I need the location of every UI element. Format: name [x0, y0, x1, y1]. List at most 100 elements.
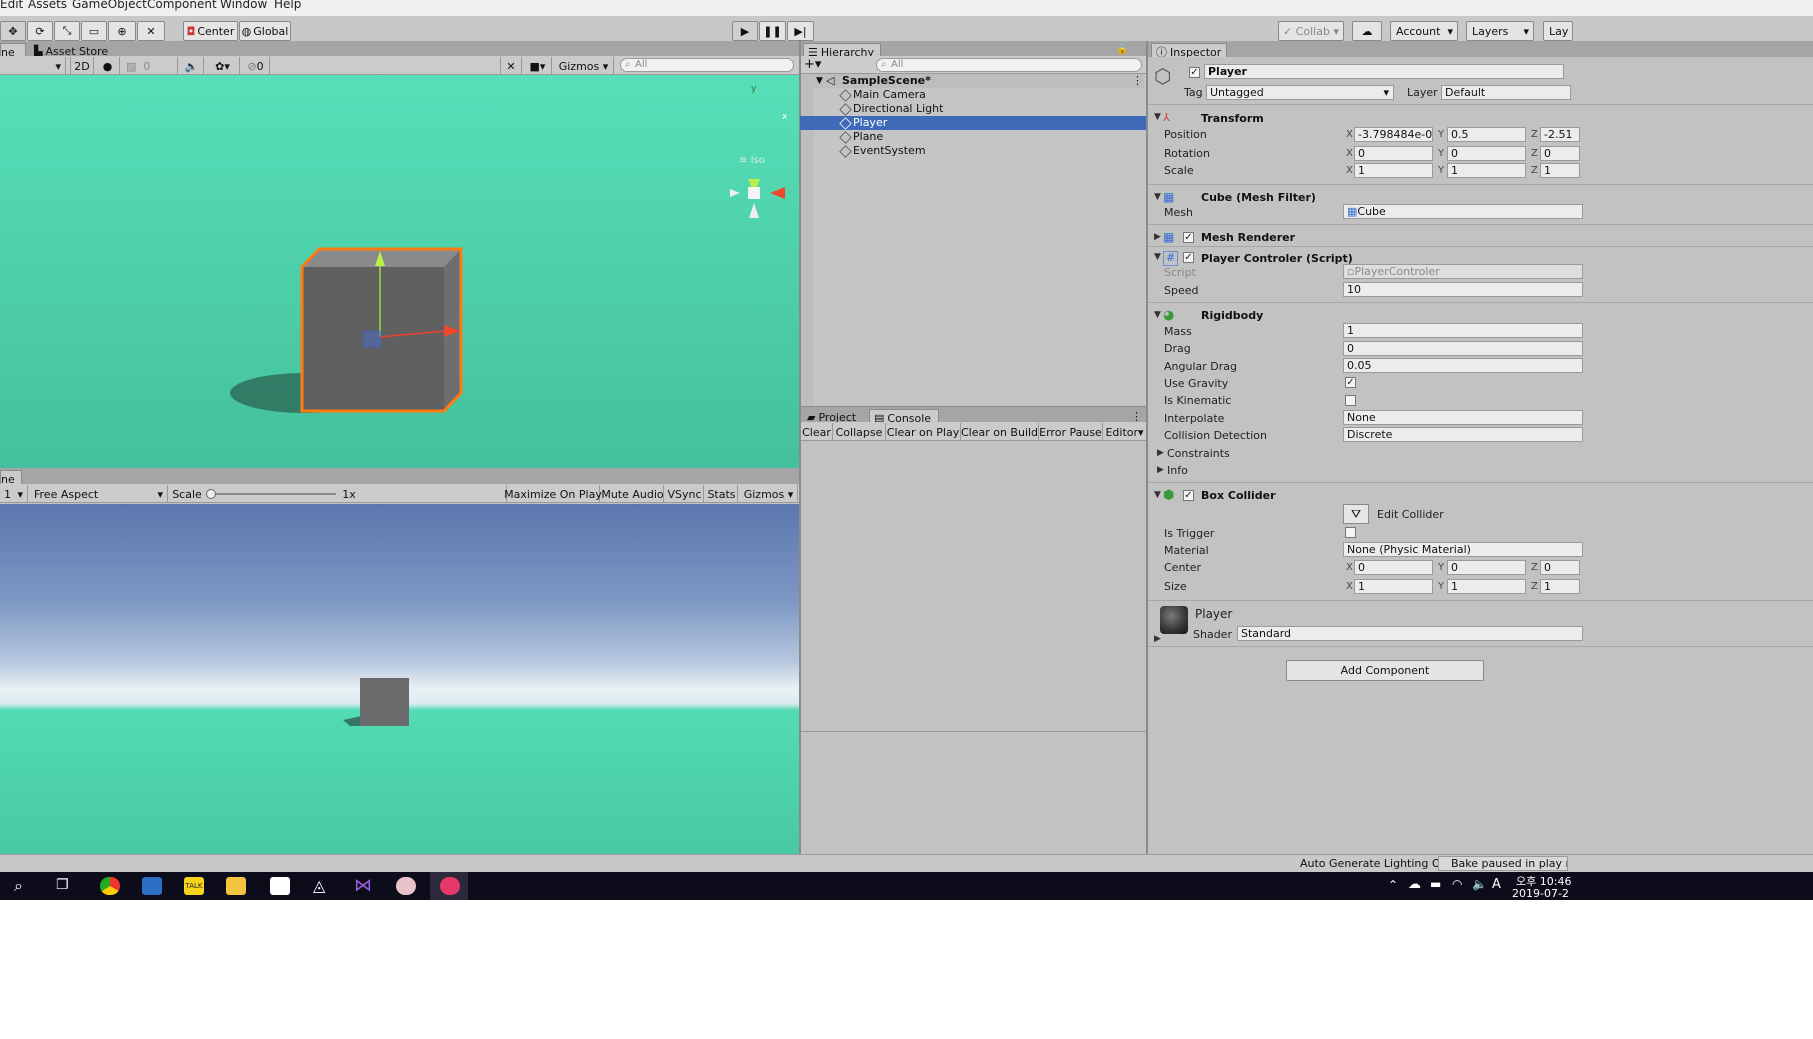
layers-dropdown[interactable]: Layers ▾ — [1466, 21, 1534, 41]
chevron-down-icon[interactable]: ▼ — [1154, 192, 1161, 202]
scale-y-field[interactable]: 1 — [1447, 163, 1526, 178]
visual-studio-icon[interactable]: ⋈ — [354, 877, 374, 895]
rect-tool-icon[interactable]: ▭ — [81, 21, 107, 41]
center-z-field[interactable]: 0 — [1540, 560, 1580, 575]
chevron-right-icon[interactable]: ▶ — [1154, 634, 1161, 644]
console-error-pause-toggle[interactable]: Error Pause — [1039, 423, 1103, 441]
vsync-toggle[interactable]: VSync — [666, 485, 704, 503]
pivot-center-toggle[interactable]: ◘ Center — [183, 21, 238, 41]
center-y-field[interactable]: 0 — [1447, 560, 1526, 575]
console-collapse-toggle[interactable]: Collapse — [833, 423, 886, 441]
size-y-field[interactable]: 1 — [1447, 579, 1526, 594]
menu-edit[interactable]: Edit — [0, 0, 23, 11]
menu-help[interactable]: Help — [274, 0, 301, 11]
tag-dropdown[interactable]: Untagged ▾ — [1206, 85, 1394, 100]
script-enabled-checkbox[interactable]: ✓ — [1183, 252, 1194, 263]
camera-app-icon[interactable] — [440, 877, 460, 895]
scale-z-field[interactable]: 1 — [1540, 163, 1580, 178]
use-gravity-checkbox[interactable]: ✓ — [1345, 377, 1356, 388]
box-collider-enabled-checkbox[interactable]: ✓ — [1183, 490, 1194, 501]
cloud-icon[interactable]: ☁ — [1408, 877, 1421, 892]
console-detail-area[interactable] — [801, 731, 1146, 854]
visibility-toggle[interactable]: ⊘ 0 — [242, 57, 270, 75]
move-tool-icon[interactable]: ✥ — [0, 21, 26, 41]
hierarchy-item-eventsystem[interactable]: EventSystem — [800, 144, 1146, 158]
maximize-on-play-toggle[interactable]: Maximize On Play — [504, 485, 602, 503]
position-z-field[interactable]: -2.51 — [1540, 127, 1580, 142]
chevron-down-icon[interactable]: ▼ — [816, 74, 823, 88]
scale-tool-icon[interactable]: ⤡ — [54, 21, 80, 41]
size-z-field[interactable]: 1 — [1540, 579, 1580, 594]
hierarchy-search-input[interactable]: All ⌕ — [876, 58, 1142, 72]
custom-tool-icon[interactable]: ✕ — [137, 21, 165, 41]
mesh-field[interactable]: ▦Cube — [1343, 204, 1583, 219]
rotation-x-field[interactable]: 0 — [1354, 146, 1433, 161]
drag-field[interactable]: 0 — [1343, 341, 1583, 356]
scale-slider[interactable] — [208, 493, 336, 495]
mass-field[interactable]: 1 — [1343, 323, 1583, 338]
aspect-dropdown[interactable]: Free Aspect ▾ — [30, 485, 168, 503]
collision-detection-dropdown[interactable]: Discrete — [1343, 427, 1583, 442]
create-plus-button[interactable]: +▾ — [804, 57, 821, 72]
menu-component[interactable]: Component — [147, 0, 217, 11]
chevron-down-icon[interactable]: ▼ — [1154, 252, 1161, 262]
layer-dropdown[interactable]: Default — [1441, 85, 1571, 100]
lock-icon[interactable]: 🔒 — [1116, 44, 1128, 55]
kakaotalk-icon[interactable]: TALK — [184, 877, 204, 895]
menu-gameobject[interactable]: GameObject — [72, 0, 147, 11]
draw-mode-dropdown[interactable]: ▾ — [0, 57, 66, 75]
chevron-up-icon[interactable]: ⌃ — [1388, 878, 1398, 892]
gizmos-dropdown[interactable]: Gizmos ▾ — [554, 57, 614, 75]
iso-label[interactable]: ≡ Iso — [739, 155, 765, 166]
chevron-down-icon[interactable]: ▼ — [1154, 112, 1161, 122]
camera-dropdown[interactable]: ■▾ — [524, 57, 552, 75]
edit-collider-button[interactable]: ⛛ — [1343, 504, 1369, 524]
scene-row[interactable]: ▼ ◁ SampleScene* ⋮ — [814, 74, 1144, 88]
hidden-objects-toggle[interactable]: ▨ 0 — [122, 57, 178, 75]
battery-icon[interactable]: ▬ — [1430, 877, 1441, 891]
unity-icon[interactable]: ◬ — [313, 877, 333, 895]
play-button[interactable]: ▶ — [732, 21, 758, 41]
collab-dropdown[interactable]: ✓ Collab ▾ — [1278, 21, 1344, 41]
display-dropdown[interactable]: 1 ▾ — [0, 485, 28, 503]
rotation-y-field[interactable]: 0 — [1447, 146, 1526, 161]
console-clear-on-build-toggle[interactable]: Clear on Build — [961, 423, 1039, 441]
console-editor-dropdown[interactable]: Editor ▾ — [1103, 423, 1146, 441]
volume-icon[interactable]: 🔈 — [1472, 877, 1487, 891]
info-foldout[interactable]: Info — [1167, 464, 1188, 477]
shader-dropdown[interactable]: Standard — [1237, 626, 1583, 641]
is-trigger-checkbox[interactable] — [1345, 527, 1356, 538]
scene-viewport[interactable]: y x ≡ Iso — [0, 75, 799, 468]
ime-indicator[interactable]: A — [1492, 877, 1501, 892]
hierarchy-item-directional-light[interactable]: Directional Light — [800, 102, 1146, 116]
size-x-field[interactable]: 1 — [1354, 579, 1433, 594]
pivot-global-toggle[interactable]: ◍ Global — [239, 21, 291, 41]
wifi-icon[interactable]: ◠ — [1452, 877, 1462, 891]
console-clear-button[interactable]: Clear — [801, 423, 833, 441]
pause-button[interactable]: ❚❚ — [759, 21, 786, 41]
speed-field[interactable]: 10 — [1343, 282, 1583, 297]
mute-audio-toggle[interactable]: Mute Audio — [601, 485, 664, 503]
chevron-down-icon[interactable]: ▼ — [1154, 310, 1161, 320]
stats-toggle[interactable]: Stats — [706, 485, 738, 503]
task-view-icon[interactable]: ❐ — [56, 877, 69, 893]
tools-icon[interactable]: ✕ — [500, 57, 522, 75]
game-gizmos-dropdown[interactable]: Gizmos ▾ — [740, 485, 798, 503]
account-dropdown[interactable]: Account ▾ — [1390, 21, 1458, 41]
scale-x-field[interactable]: 1 — [1354, 163, 1433, 178]
mesh-renderer-enabled-checkbox[interactable]: ✓ — [1183, 232, 1194, 243]
rotate-tool-icon[interactable]: ⟳ — [27, 21, 53, 41]
chevron-right-icon[interactable]: ▶ — [1154, 232, 1161, 242]
hierarchy-item-plane[interactable]: Plane — [800, 130, 1146, 144]
is-kinematic-checkbox[interactable] — [1345, 395, 1356, 406]
angular-drag-field[interactable]: 0.05 — [1343, 358, 1583, 373]
chevron-right-icon[interactable]: ▶ — [1157, 465, 1164, 475]
active-checkbox[interactable]: ✓ — [1189, 67, 1200, 78]
step-button[interactable]: ▶| — [787, 21, 814, 41]
transform-tool-icon[interactable]: ⊕ — [108, 21, 136, 41]
chevron-right-icon[interactable]: ▶ — [1157, 448, 1164, 458]
layout-dropdown[interactable]: Lay — [1543, 21, 1573, 41]
chevron-down-icon[interactable]: ▼ — [1154, 490, 1161, 500]
cloud-icon[interactable]: ☁ — [1352, 21, 1382, 41]
laptop-app-icon[interactable] — [142, 877, 162, 895]
